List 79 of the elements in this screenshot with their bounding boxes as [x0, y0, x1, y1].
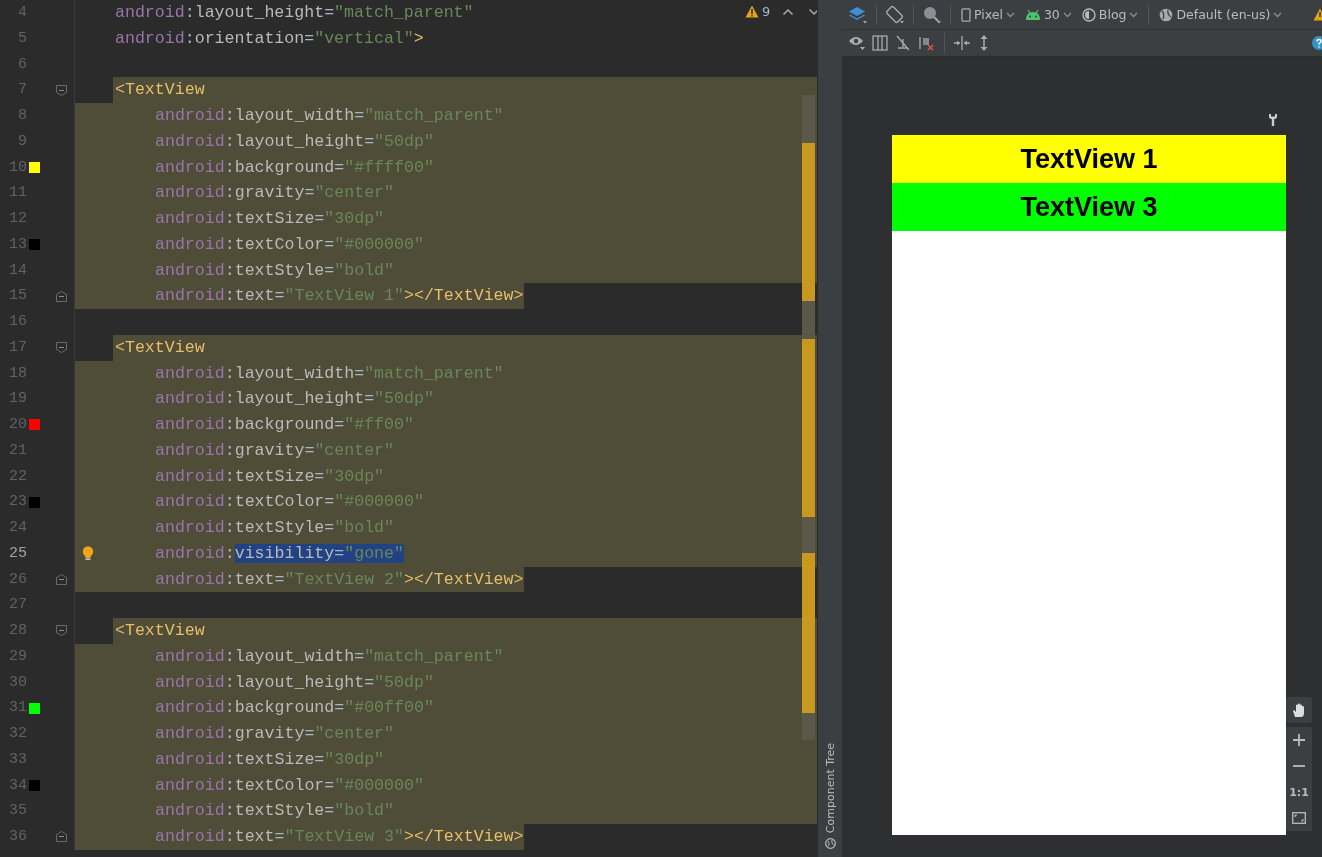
- columns-icon[interactable]: [872, 35, 888, 51]
- text-view[interactable]: TextView 1: [892, 135, 1286, 183]
- line-number: 28: [8, 621, 27, 641]
- line-number: 9: [17, 131, 27, 152]
- line-number: 7: [17, 80, 27, 101]
- warning-icon[interactable]: [1313, 8, 1322, 21]
- hand-icon: [1292, 702, 1306, 718]
- help-icon[interactable]: [1312, 36, 1322, 50]
- line-number: 34: [8, 775, 27, 796]
- fold-icon[interactable]: [55, 84, 67, 96]
- line-number: 32: [8, 724, 27, 744]
- theme-dropdown[interactable]: Blog: [1079, 7, 1141, 22]
- line-number: 19: [8, 389, 27, 410]
- line-number: 27: [8, 595, 27, 616]
- pan-button[interactable]: [1286, 697, 1312, 723]
- line-number: 29: [8, 646, 27, 667]
- line-number: 22: [8, 466, 27, 487]
- code-line: android:orientation="vertical">: [114, 27, 424, 50]
- color-swatch-icon[interactable]: [29, 779, 40, 791]
- line-number: 25: [8, 543, 27, 564]
- line-number: 18: [8, 363, 27, 384]
- eye-icon[interactable]: [848, 35, 866, 51]
- line-number: 26: [8, 569, 27, 590]
- text-view[interactable]: TextView 3: [892, 183, 1286, 231]
- fold-icon[interactable]: [55, 573, 67, 585]
- fold-icon[interactable]: [55, 290, 67, 302]
- plus-icon: [1293, 734, 1305, 746]
- fold-icon[interactable]: [55, 342, 67, 354]
- code-line: android:layout_height="match_parent": [114, 2, 474, 24]
- caret-icon: [1273, 11, 1283, 18]
- api-level-dropdown[interactable]: 30: [1022, 7, 1074, 22]
- locale-dropdown[interactable]: Default (en-us): [1157, 7, 1285, 22]
- rotate-device-icon[interactable]: [885, 4, 905, 25]
- caret-icon: [1129, 11, 1139, 18]
- color-swatch-icon[interactable]: [29, 702, 40, 714]
- lightbulb-icon[interactable]: [82, 545, 94, 561]
- line-number: 11: [8, 183, 27, 204]
- line-number: 33: [8, 749, 27, 770]
- line-number: 12: [8, 209, 27, 229]
- line-number: 10: [8, 157, 27, 178]
- line-number: 31: [8, 698, 27, 719]
- fold-icon[interactable]: [55, 831, 67, 843]
- line-number: 4: [17, 3, 27, 23]
- chevron-up-icon[interactable]: [782, 7, 795, 16]
- color-swatch-icon[interactable]: [29, 419, 40, 431]
- device-dropdown[interactable]: Pixel: [959, 7, 1017, 22]
- fit-screen-icon: [1292, 812, 1306, 824]
- line-number: 30: [8, 672, 27, 693]
- chevron-down-icon[interactable]: [808, 7, 817, 16]
- line-number: 35: [8, 801, 27, 822]
- line-number: 21: [8, 440, 27, 461]
- phone-icon: [961, 7, 971, 22]
- caret-icon: [1062, 11, 1072, 18]
- line-number: 17: [8, 337, 27, 358]
- globe-icon: [1159, 7, 1174, 22]
- warning-count[interactable]: 9: [745, 4, 771, 19]
- warning-icon: [745, 5, 759, 18]
- line-number: 15: [8, 286, 27, 307]
- line-number: 8: [17, 106, 27, 126]
- line-number: 20: [8, 415, 27, 435]
- magnifier-icon[interactable]: [922, 4, 942, 25]
- theme-icon: [1081, 7, 1096, 22]
- line-number: 16: [8, 312, 27, 332]
- line-number: 14: [8, 260, 27, 281]
- line-number: 23: [8, 492, 27, 513]
- wrench-icon[interactable]: [1268, 113, 1278, 127]
- line-number: 5: [17, 28, 27, 49]
- color-swatch-icon[interactable]: [29, 496, 40, 508]
- fold-icon[interactable]: [55, 625, 67, 637]
- color-swatch-icon[interactable]: [29, 161, 40, 173]
- color-swatch-icon[interactable]: [29, 239, 40, 251]
- line-number: 36: [8, 827, 27, 847]
- caret-icon: [1005, 11, 1015, 18]
- line-number: 13: [8, 234, 27, 255]
- globe-icon: [824, 838, 836, 849]
- line-number: 6: [17, 54, 27, 75]
- layers-icon[interactable]: [848, 4, 868, 25]
- android-icon: [1024, 9, 1041, 20]
- line-number: 24: [8, 518, 27, 538]
